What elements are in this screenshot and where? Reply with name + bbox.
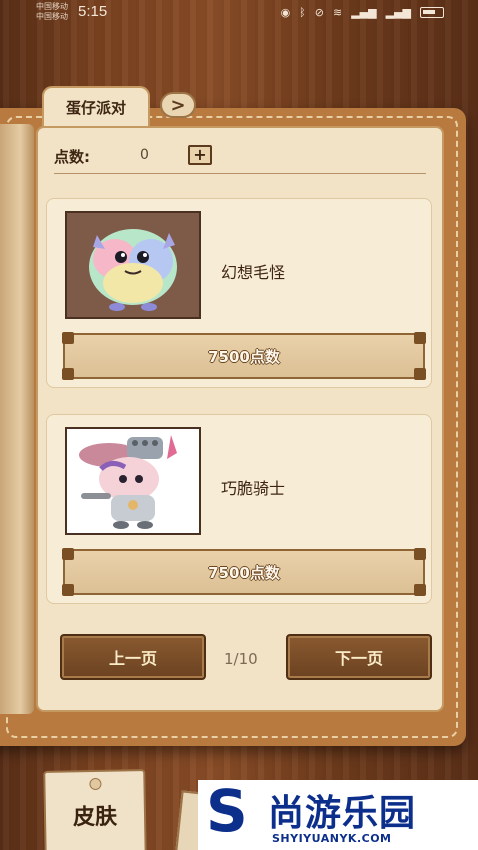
skin-tab[interactable]: 皮肤 (43, 769, 147, 850)
clock: 5:15 (78, 3, 108, 20)
skin-tab-label: 皮肤 (72, 804, 118, 831)
item-card: 巧脆骑士 7500点数 (46, 414, 432, 604)
watermark-title: 尚游乐园 (268, 793, 417, 834)
tab-danzai-party[interactable]: 蛋仔派对 (42, 86, 150, 126)
eye-icon: ◉ (280, 6, 291, 19)
page-indicator: 1/10 (224, 650, 258, 668)
book-spine (0, 124, 34, 714)
bluetooth-icon: ᛒ (299, 6, 306, 19)
add-points-button[interactable]: + (188, 145, 212, 165)
watermark-logo: S 尚游乐园 SHYIYUANYK.COM (198, 780, 478, 850)
fluffy-monster-icon (67, 213, 199, 317)
next-tab-button[interactable]: > (160, 92, 196, 118)
buy-button-label: 7500点数 (208, 563, 280, 582)
corner-ornament (414, 584, 426, 596)
corner-ornament (414, 368, 426, 380)
corner-ornament (414, 548, 426, 560)
points-label: 点数: (54, 148, 90, 166)
status-icons: ◉ ᛒ ⊘ ≋ ▂▄▆ ▂▄▆ (281, 6, 444, 19)
watermark-url: SHYIYUANYK.COM (272, 832, 392, 845)
corner-ornament (62, 368, 74, 380)
battery-icon (420, 7, 444, 18)
status-bar: 中国移动 中国移动 5:15 ◉ ᛒ ⊘ ≋ ▂▄▆ ▂▄▆ (0, 0, 478, 26)
corner-ornament (414, 332, 426, 344)
points-row: 点数: 0 + (54, 144, 426, 174)
item-image (65, 211, 201, 319)
wifi-icon: ≋ (333, 6, 343, 19)
carrier-label-2: 中国移动 (36, 12, 68, 21)
carrier-label-1: 中国移动 (36, 2, 68, 11)
corner-ornament (62, 332, 74, 344)
buy-button[interactable]: 7500点数 (62, 548, 426, 596)
buy-button[interactable]: 7500点数 (62, 332, 426, 380)
item-name: 幻想毛怪 (221, 263, 286, 282)
knight-character-icon (67, 429, 199, 533)
signal-icon: ▂▄▆ (351, 6, 377, 19)
corner-ornament (62, 584, 74, 596)
next-page-button[interactable]: 下一页 (286, 634, 432, 680)
buy-button-label: 7500点数 (208, 347, 280, 366)
item-image (65, 427, 201, 535)
prev-page-button[interactable]: 上一页 (60, 634, 206, 680)
carrier-info: 中国移动 中国移动 (36, 2, 68, 22)
mute-icon: ⊘ (314, 6, 324, 19)
watermark-s-logo-icon: S (206, 777, 248, 845)
item-name: 巧脆骑士 (221, 479, 286, 498)
corner-ornament (62, 548, 74, 560)
item-card: 幻想毛怪 7500点数 (46, 198, 432, 388)
points-value: 0 (140, 147, 149, 163)
signal-icon: ▂▄▆ (385, 6, 411, 19)
